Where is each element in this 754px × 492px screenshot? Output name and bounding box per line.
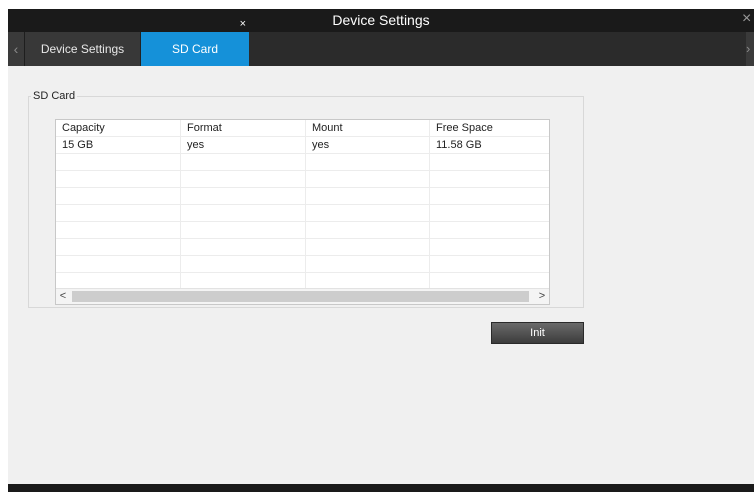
column-header-mount[interactable]: Mount [306,120,430,137]
tab-sd-card-label: SD Card [171,42,218,56]
scroll-left-arrow-icon[interactable]: < [56,289,70,304]
scrollbar-thumb[interactable] [72,291,529,302]
init-button[interactable]: Init [491,322,584,344]
title-bar: Device Settings × [8,9,754,32]
column-header-capacity[interactable]: Capacity [56,120,181,137]
close-icon[interactable]: × [742,11,754,27]
table-row-empty [56,205,549,222]
device-settings-window: Device Settings × ‹ Device Settings SD C… [8,9,754,492]
cell-format: yes [181,137,306,154]
column-header-format[interactable]: Format [181,120,306,137]
window-title: Device Settings [332,12,430,28]
bottom-bar [8,484,754,492]
sd-card-table[interactable]: Capacity Format Mount Free Space 15 GB y… [55,119,550,305]
table-row-empty [56,154,549,171]
horizontal-scrollbar[interactable]: < > [56,288,549,304]
group-legend: SD Card [31,90,78,102]
table-row-empty [56,188,549,205]
table-header-row: Capacity Format Mount Free Space [56,120,549,137]
tab-close-icon[interactable]: × [240,19,246,30]
table-row-empty [56,256,549,273]
column-header-free-space[interactable]: Free Space [430,120,549,137]
tab-sd-card[interactable]: SD Card × [141,19,249,66]
cell-capacity: 15 GB [56,137,181,154]
tab-scroll-left-icon[interactable]: ‹ [8,32,25,66]
table-row[interactable]: 15 GB yes yes 11.58 GB [56,137,549,154]
tab-scroll-right-icon[interactable]: › [746,32,754,66]
table-row-empty [56,239,549,256]
tab-bar: ‹ Device Settings SD Card × › [8,19,754,66]
scroll-right-arrow-icon[interactable]: > [535,289,549,304]
table-row-empty [56,222,549,239]
cell-free-space: 11.58 GB [436,139,482,151]
cell-mount: yes [306,137,430,154]
table-row-empty [56,171,549,188]
tab-device-settings[interactable]: Device Settings [25,32,141,66]
